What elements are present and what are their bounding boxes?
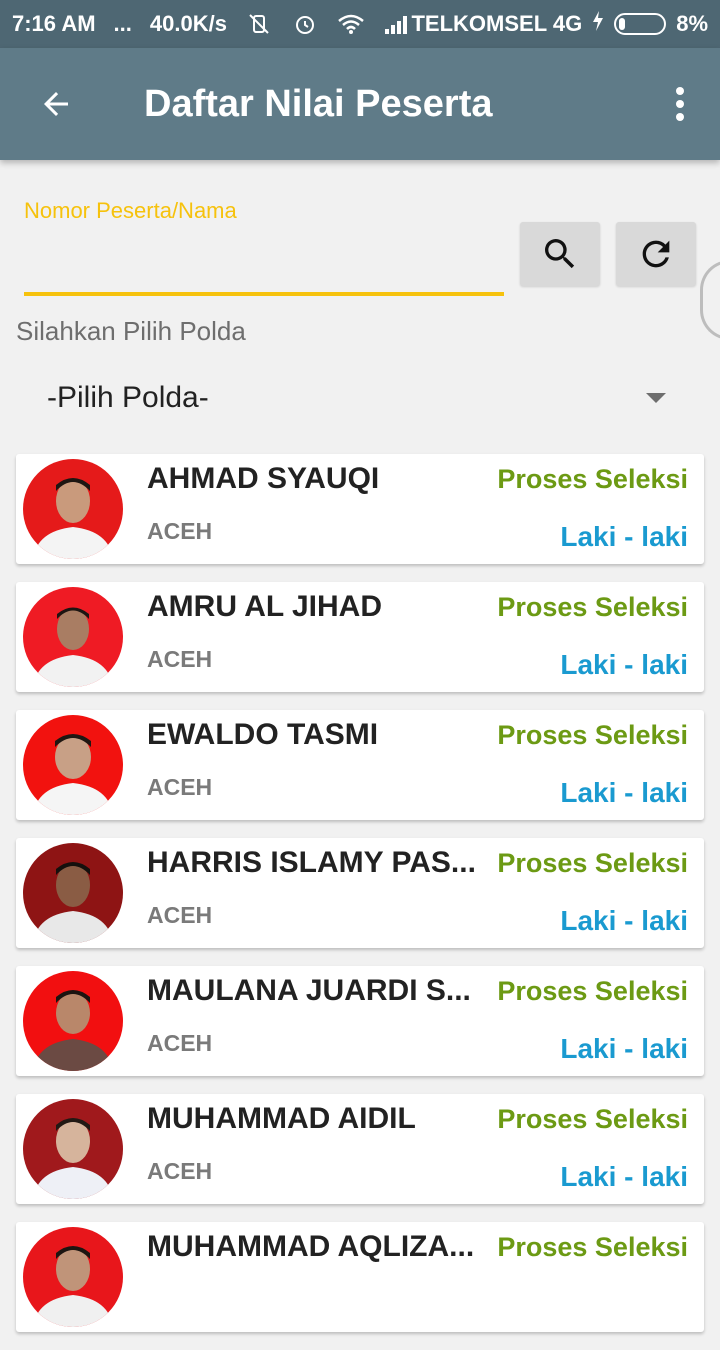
battery-level: 8% — [676, 11, 708, 36]
participant-region: ACEH — [147, 1158, 213, 1184]
participant-name: MUHAMMAD AQLIZA... — [147, 1230, 475, 1263]
participant-list[interactable]: AHMAD SYAUQI ACEH Proses Seleksi Laki - … — [16, 454, 704, 1350]
status-bar: 7:16 AM ... 40.0K/s TELKOMSEL 4G 8% — [0, 0, 720, 48]
participant-name: AMRU AL JIHAD — [147, 590, 383, 623]
dropdown-arrow-icon — [646, 393, 666, 403]
vibrate-off-icon — [245, 12, 273, 36]
participant-status: Proses Seleksi — [497, 1104, 688, 1134]
search-label: Nomor Peserta/Nama — [24, 198, 237, 223]
participant-status: Proses Seleksi — [497, 1232, 688, 1262]
participant-region: ACEH — [147, 646, 213, 672]
participant-region: ACEH — [147, 518, 213, 544]
more-vert-icon — [676, 87, 684, 121]
participant-gender: Laki - laki — [560, 521, 688, 552]
notification-dots: ... — [113, 11, 132, 36]
participant-status: Proses Seleksi — [497, 464, 688, 494]
participant-name: HARRIS ISLAMY PAS... — [147, 846, 476, 879]
participant-region: ACEH — [147, 1030, 213, 1056]
participant-gender: Laki - laki — [560, 905, 688, 936]
charging-icon — [592, 10, 604, 38]
list-item[interactable]: MUHAMMAD AQLIZA... Proses Seleksi — [16, 1222, 704, 1332]
participant-name: MAULANA JUARDI S... — [147, 974, 471, 1007]
signal-icon — [383, 12, 411, 36]
page-title: Daftar Nilai Peserta — [144, 82, 493, 125]
participant-name: EWALDO TASMI — [147, 718, 379, 751]
avatar — [23, 1099, 123, 1199]
avatar — [23, 1227, 123, 1327]
list-item[interactable]: MUHAMMAD AIDIL ACEH Proses Seleksi Laki … — [16, 1094, 704, 1204]
polda-dropdown[interactable]: -Pilih Polda- — [16, 360, 704, 436]
list-item[interactable]: EWALDO TASMI ACEH Proses Seleksi Laki - … — [16, 710, 704, 820]
overflow-menu-button[interactable] — [640, 48, 720, 160]
participant-status: Proses Seleksi — [497, 976, 688, 1006]
battery-icon — [614, 13, 667, 35]
app-bar: Daftar Nilai Peserta — [0, 48, 720, 160]
scroll-edge-indicator — [700, 260, 720, 340]
participant-status: Proses Seleksi — [497, 848, 688, 878]
search-input[interactable] — [24, 234, 504, 296]
refresh-icon — [642, 240, 670, 268]
alarm-icon — [291, 12, 319, 36]
avatar — [23, 971, 123, 1071]
network-speed: 40.0K/s — [149, 11, 227, 36]
participant-region: ACEH — [147, 774, 213, 800]
participant-status: Proses Seleksi — [497, 720, 688, 750]
participant-gender: Laki - laki — [560, 1161, 688, 1192]
search-button[interactable] — [520, 222, 600, 286]
wifi-icon — [337, 12, 365, 36]
list-item[interactable]: HARRIS ISLAMY PAS... ACEH Proses Seleksi… — [16, 838, 704, 948]
clock: 7:16 AM — [12, 11, 96, 36]
avatar — [23, 459, 123, 559]
polda-selected-value: -Pilih Polda- — [47, 381, 209, 414]
participant-gender: Laki - laki — [560, 649, 688, 680]
participant-name: AHMAD SYAUQI — [147, 462, 380, 495]
refresh-button[interactable] — [616, 222, 696, 286]
participant-region: ACEH — [147, 902, 213, 928]
avatar — [23, 587, 123, 687]
carrier-name: TELKOMSEL 4G — [411, 11, 583, 36]
list-item[interactable]: MAULANA JUARDI S... ACEH Proses Seleksi … — [16, 966, 704, 1076]
list-item[interactable]: AMRU AL JIHAD ACEH Proses Seleksi Laki -… — [16, 582, 704, 692]
participant-status: Proses Seleksi — [497, 592, 688, 622]
participant-gender: Laki - laki — [560, 777, 688, 808]
search-icon — [545, 239, 575, 269]
list-item[interactable]: AHMAD SYAUQI ACEH Proses Seleksi Laki - … — [16, 454, 704, 564]
avatar — [23, 843, 123, 943]
polda-label: Silahkan Pilih Polda — [16, 316, 246, 346]
participant-name: MUHAMMAD AIDIL — [147, 1102, 416, 1135]
avatar — [23, 715, 123, 815]
participant-gender: Laki - laki — [560, 1033, 688, 1064]
